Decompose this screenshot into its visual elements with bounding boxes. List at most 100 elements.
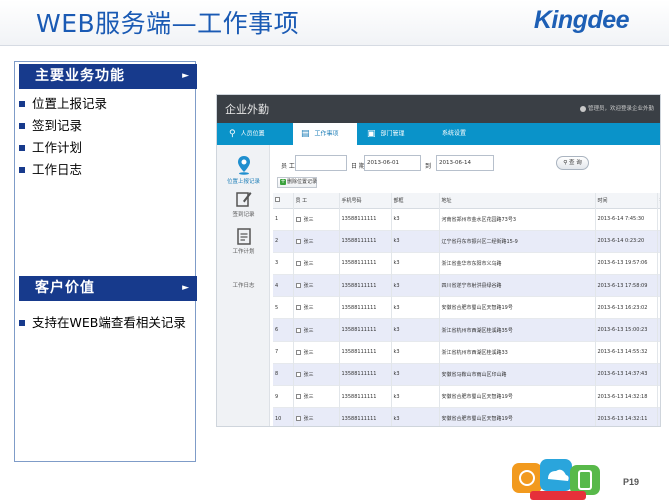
map-pin-button-icon[interactable] — [659, 235, 660, 247]
table-row[interactable]: 5 张三 13588111111 k3 安徽省合肥市蜀山区天智路19号 2013-6-13… — [273, 296, 660, 319]
page-number: P19 — [622, 477, 639, 487]
sidebar-item-work-log[interactable]: 工作日志 — [217, 281, 270, 289]
time-cell: 2013-6-13 17:58:09 — [595, 274, 658, 297]
to-label: 到 — [425, 163, 432, 170]
table-row[interactable]: 3 张三 13588111111 k3 浙江省金华市东阳市义乌路 2013-6-13 19… — [273, 252, 660, 275]
triangle-right-icon: ► — [182, 283, 190, 293]
square-bullet-icon — [19, 123, 25, 129]
address-cell: 河南省郑州市金水区花园路73号3 — [439, 208, 596, 231]
row-select-cell: 1 — [273, 208, 294, 231]
main-functions-header[interactable]: 主要业务功能 ► — [19, 64, 197, 89]
row-checkbox[interactable] — [295, 327, 301, 333]
time-cell: 2013-6-13 14:32:18 — [595, 385, 658, 408]
slide-title: WEB服务端—工作事项 — [36, 9, 300, 38]
name-cell: 张三 — [293, 385, 340, 408]
row-checkbox[interactable] — [295, 394, 301, 400]
list-item: 位置上报记录 — [19, 93, 107, 115]
tab-personnel-location[interactable]: ⚲ 人员位置 — [229, 123, 279, 145]
user-icon — [579, 105, 586, 112]
map-pin-button-icon[interactable] — [659, 346, 660, 358]
department-icon: ▣ — [367, 129, 376, 139]
square-bullet-icon — [19, 320, 25, 326]
pencil-icon — [235, 192, 251, 207]
row-checkbox[interactable] — [295, 260, 301, 266]
user-info[interactable]: 管理员，欢迎登录企业外勤 — [579, 104, 654, 112]
row-checkbox[interactable] — [295, 349, 301, 355]
dept-cell: k3 — [391, 363, 440, 386]
row-number: 1 — [275, 216, 279, 223]
table-row[interactable]: 4 张三 13588111111 k3 四川省遂宁市射洪县绿谷路 2013-6-13 17… — [273, 274, 660, 297]
location-pin-icon: ⚲ — [229, 129, 236, 139]
phone-cell: 13588111111 — [339, 274, 392, 297]
main-functions-heading: 主要业务功能 — [35, 68, 125, 84]
phone-cell: 13588111111 — [339, 363, 392, 386]
table-row[interactable]: 10 张三 13588111111 k3 安徽省合肥市蜀山区天智路19号 2013-6-1… — [273, 407, 660, 426]
phone-cell: 13588111111 — [339, 252, 392, 275]
tab-work-items[interactable]: ▤ 工作事项 — [293, 123, 357, 149]
map-pin-button-icon[interactable] — [659, 280, 660, 292]
tab-department-management[interactable]: ▣ 部门管理 — [367, 123, 419, 145]
map-pin-button-icon[interactable] — [659, 391, 660, 403]
customer-value-header[interactable]: 客户价值 ► — [19, 276, 197, 301]
map-pin-button-icon[interactable] — [659, 413, 660, 425]
tab-system-settings[interactable]: 系统设置 — [442, 123, 482, 145]
list-item: 支持在WEB端查看相关记录 — [19, 312, 186, 334]
row-number: 8 — [275, 371, 279, 378]
row-number: 9 — [275, 393, 279, 400]
action-cell — [657, 318, 660, 342]
name-cell: 张三 — [293, 274, 340, 297]
address-cell: 安徽省合肥市蜀山区天智路19号 — [439, 296, 596, 319]
square-bullet-icon — [19, 167, 25, 173]
customer-value-heading: 客户价值 — [35, 280, 95, 296]
name-cell: 张三 — [293, 252, 340, 275]
name-cell: 张三 — [293, 208, 340, 231]
address-cell: 安徽省合肥市蜀山区天智路19号 — [439, 385, 596, 408]
table-row[interactable]: 7 张三 13588111111 k3 浙江省杭州市西湖区桂溪路33 2013-6-13 … — [273, 341, 660, 364]
end-date-input[interactable]: 2013-06-14 — [436, 155, 494, 171]
row-checkbox[interactable] — [295, 283, 301, 289]
sidebar-item-work-plan[interactable]: 工作计划 — [217, 227, 270, 255]
sidebar-item-location-records[interactable]: 位置上报记录 — [217, 155, 270, 185]
search-button[interactable]: ⚲ 查 询 — [556, 156, 589, 170]
row-checkbox[interactable] — [295, 305, 301, 311]
row-checkbox[interactable] — [295, 216, 301, 222]
action-cell — [657, 341, 660, 364]
map-pin-button-icon[interactable] — [659, 257, 660, 269]
row-select-cell: 7 — [273, 341, 294, 364]
location-pin-icon — [237, 156, 250, 175]
delete-location-records-button[interactable]: + 删除位置记录 — [277, 177, 317, 188]
list-item: 工作日志 — [19, 159, 107, 181]
row-select-cell: 2 — [273, 230, 294, 253]
sidebar-item-checkin-records[interactable]: 签到记录 — [217, 190, 270, 218]
table-row[interactable]: 2 张三 13588111111 k3 辽宁省丹东市振兴区二经街路15-9 2013-6-… — [273, 230, 660, 253]
row-checkbox[interactable] — [295, 416, 301, 422]
column-header: 地址 — [439, 193, 596, 208]
column-header: 部框 — [391, 193, 440, 208]
triangle-right-icon: ► — [182, 71, 190, 81]
start-date-input[interactable]: 2013-06-01 — [364, 155, 421, 171]
checkbox[interactable] — [275, 197, 280, 203]
phone-cell: 13588111111 — [339, 318, 392, 342]
row-checkbox[interactable] — [295, 371, 301, 377]
table-row[interactable]: 9 张三 13588111111 k3 安徽省合肥市蜀山区天智路19号 2013-6-13… — [273, 385, 660, 408]
staff-input[interactable] — [295, 155, 347, 171]
column-header: 时间 — [595, 193, 658, 208]
row-checkbox[interactable] — [295, 238, 301, 244]
name-cell: 张三 — [293, 341, 340, 364]
map-pin-button-icon[interactable] — [659, 302, 660, 314]
action-cell — [657, 407, 660, 426]
row-select-cell: 10 — [273, 407, 294, 426]
table-row[interactable]: 8 张三 13588111111 k3 安徽省马鞍山市雨山区印山路 2013-6-13 1… — [273, 363, 660, 386]
staff-label: 员 工 — [281, 163, 295, 170]
map-pin-button-icon[interactable] — [659, 324, 660, 336]
select-all-header[interactable] — [273, 193, 294, 208]
table-row[interactable]: 1 张三 13588111111 k3 河南省郑州市金水区花园路73号3 2013-6-1… — [273, 208, 660, 231]
map-pin-button-icon[interactable] — [659, 213, 660, 225]
action-cell — [657, 252, 660, 275]
time-cell: 2013-6-13 19:57:06 — [595, 252, 658, 275]
address-cell: 辽宁省丹东市振兴区二经街路15-9 — [439, 230, 596, 253]
add-icon: + — [280, 178, 286, 185]
table-row[interactable]: 6 张三 13588111111 k3 浙江省杭州市西湖区桂溪路35号 2013-6-13… — [273, 318, 660, 342]
table-header-row: 员 工 手机号码 部框 地址 时间 操作 — [273, 193, 660, 208]
map-pin-button-icon[interactable] — [659, 368, 660, 380]
